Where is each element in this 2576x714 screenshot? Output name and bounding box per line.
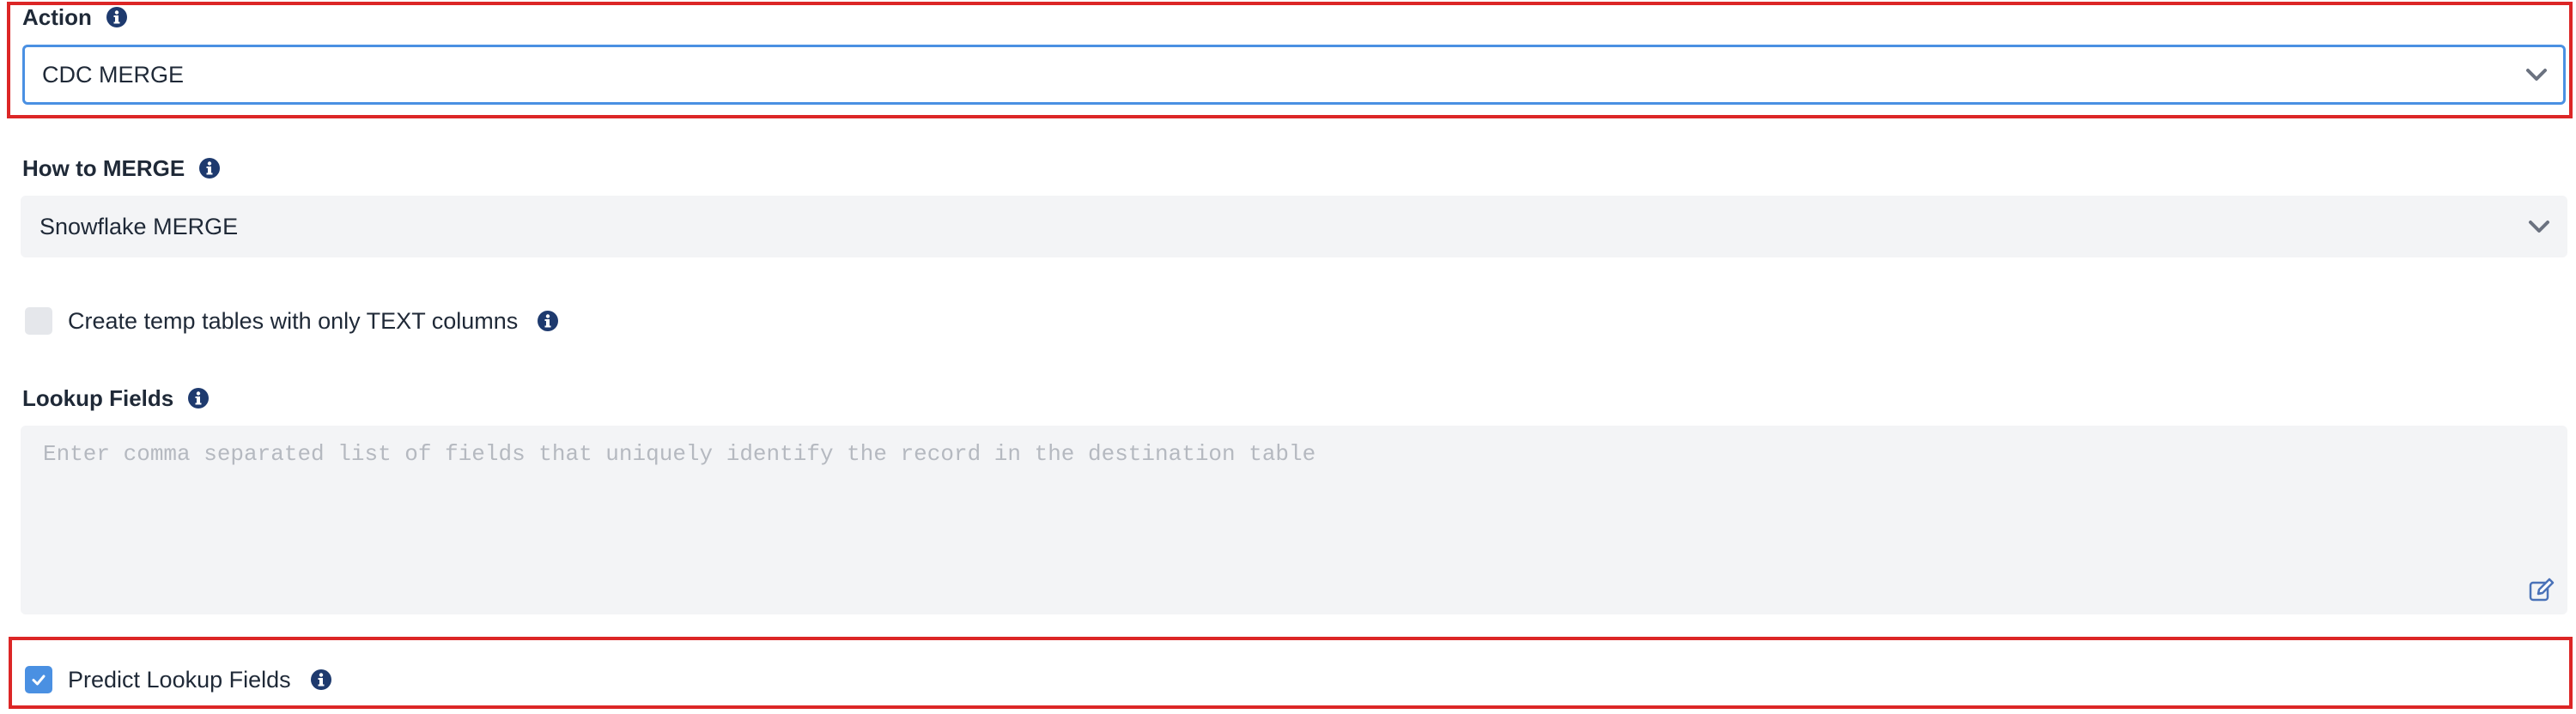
- info-circle-icon[interactable]: [537, 310, 559, 332]
- action-select-value: CDC MERGE: [42, 61, 185, 88]
- lookup-fields-label-row: Lookup Fields: [22, 381, 210, 415]
- predict-lookup-highlight-box: [9, 637, 2573, 709]
- chevron-down-icon: [2525, 67, 2548, 82]
- how-to-merge-select-value: Snowflake MERGE: [39, 213, 239, 239]
- lookup-fields-input[interactable]: [21, 426, 2567, 614]
- form-page: Action CDC MERGE How to MERGE Snowflake …: [0, 0, 2576, 714]
- action-label-row: Action: [22, 0, 128, 34]
- lookup-fields-label: Lookup Fields: [22, 384, 174, 411]
- edit-icon[interactable]: [2528, 577, 2555, 604]
- info-circle-icon[interactable]: [198, 157, 221, 179]
- predict-lookup-row: Predict Lookup Fields: [25, 666, 332, 693]
- temp-tables-label[interactable]: Create temp tables with only TEXT column…: [68, 308, 518, 335]
- predict-lookup-checkbox[interactable]: [25, 666, 52, 693]
- action-select[interactable]: CDC MERGE: [22, 45, 2566, 105]
- how-to-merge-select[interactable]: Snowflake MERGE: [21, 196, 2567, 257]
- how-to-merge-label: How to MERGE: [22, 154, 185, 181]
- temp-tables-row: Create temp tables with only TEXT column…: [25, 307, 559, 335]
- how-to-merge-label-row: How to MERGE: [22, 151, 221, 185]
- temp-tables-checkbox[interactable]: [25, 307, 52, 335]
- info-circle-icon[interactable]: [106, 6, 128, 28]
- action-label: Action: [22, 3, 92, 30]
- info-circle-icon[interactable]: [187, 387, 210, 409]
- chevron-down-icon: [2528, 219, 2550, 234]
- predict-lookup-label[interactable]: Predict Lookup Fields: [68, 667, 291, 693]
- info-circle-icon[interactable]: [310, 669, 332, 691]
